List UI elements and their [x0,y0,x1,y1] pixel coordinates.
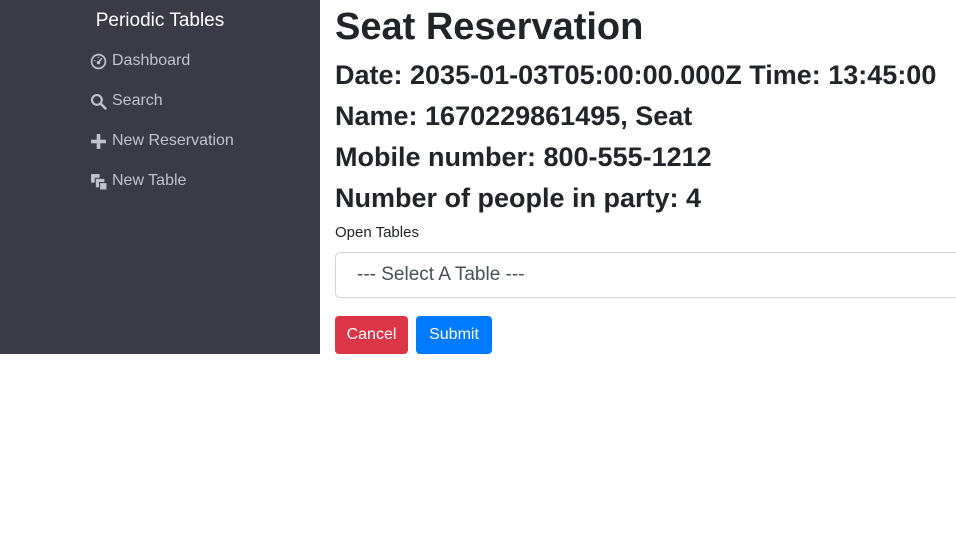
search-icon [90,93,107,110]
dashboard-icon [90,53,107,70]
sidebar-item-new-table[interactable]: New Table [90,170,186,192]
sidebar-item-search[interactable]: Search [90,90,163,112]
reservation-date-time: Date: 2035-01-03T05:00:00.000Z Time: 13:… [335,60,937,90]
reservation-party-size: Number of people in party: 4 [335,183,702,213]
sidebar-item-label: New Table [112,172,187,189]
submit-button[interactable]: Submit [416,316,492,354]
page-title: Seat Reservation [335,6,644,48]
sidebar-item-label: Dashboard [112,52,191,69]
sidebar: Periodic Tables Dashboard Search New Res… [0,0,320,354]
brand-title[interactable]: Periodic Tables [0,9,320,33]
table-select-value: --- Select A Table --- [357,264,525,285]
plus-icon [90,133,107,150]
cancel-button[interactable]: Cancel [335,316,408,354]
reservation-mobile: Mobile number: 800-555-1212 [335,142,712,172]
table-select[interactable]: --- Select A Table --- [335,252,956,298]
open-tables-label: Open Tables [335,224,419,241]
sidebar-item-dashboard[interactable]: Dashboard [90,50,190,72]
sidebar-item-label: New Reservation [112,132,234,149]
sidebar-item-new-reservation[interactable]: New Reservation [90,130,234,152]
reservation-name: Name: 1670229861495, Seat [335,101,693,131]
sidebar-item-label: Search [112,92,163,109]
layers-icon [90,173,107,190]
app-root: Periodic Tables Dashboard Search New Res… [0,0,956,537]
